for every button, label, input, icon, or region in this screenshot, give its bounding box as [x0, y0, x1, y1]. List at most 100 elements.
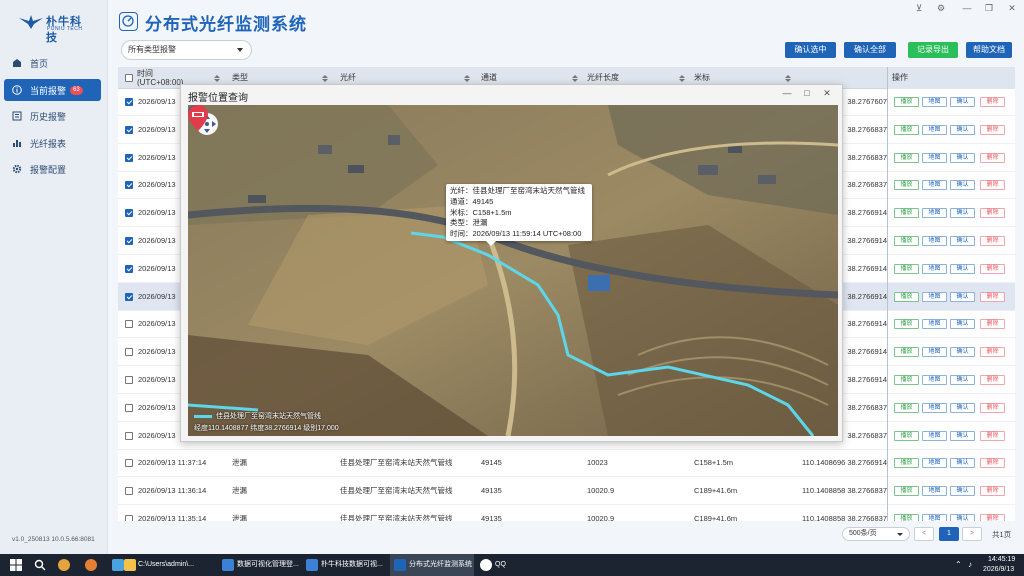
sidebar-item-alarm-config[interactable]: 报警配置	[4, 158, 101, 180]
export-records-button[interactable]: 记录导出	[908, 42, 958, 58]
sort-icon[interactable]	[679, 75, 685, 83]
prev-page-button[interactable]: <	[914, 527, 934, 541]
delete-button[interactable]: 删除	[980, 263, 1005, 274]
confirm-button[interactable]: 确认	[950, 263, 975, 274]
sort-icon[interactable]	[785, 75, 791, 83]
play-button[interactable]: 播放	[894, 291, 919, 302]
row-checkbox[interactable]	[125, 320, 133, 329]
taskbar-item-fiber-system[interactable]: 分布式光纤监测系统	[409, 554, 472, 576]
row-checkbox[interactable]	[125, 292, 133, 301]
row-checkbox[interactable]	[125, 348, 133, 357]
close-button[interactable]: ✕	[1005, 2, 1019, 14]
play-button[interactable]: 播放	[894, 319, 919, 330]
taskbar-item-puniu-visual[interactable]: 朴牛科技数据可视...	[321, 554, 383, 576]
map-button[interactable]: 地图	[922, 263, 947, 274]
sort-icon[interactable]	[572, 75, 578, 83]
play-button[interactable]: 播放	[894, 180, 919, 191]
confirm-button[interactable]: 确认	[950, 236, 975, 246]
dialog-minimize-button[interactable]: —	[781, 87, 793, 99]
confirm-button[interactable]: 确认	[950, 347, 975, 358]
delete-button[interactable]: 删除	[980, 402, 1005, 413]
play-button[interactable]: 播放	[894, 208, 919, 219]
search-icon[interactable]	[34, 559, 46, 571]
select-all-checkbox[interactable]	[125, 74, 133, 82]
confirm-button[interactable]: 确认	[950, 402, 975, 413]
delete-button[interactable]: 删除	[980, 375, 1005, 385]
map-button[interactable]: 地图	[922, 319, 947, 330]
map-button[interactable]: 地图	[922, 430, 947, 441]
help-docs-button[interactable]: 帮助文档	[966, 42, 1012, 58]
map-button[interactable]: 地图	[922, 486, 947, 497]
delete-button[interactable]: 删除	[980, 319, 1005, 330]
map-button[interactable]: 地图	[922, 402, 947, 413]
map-button[interactable]: 地图	[922, 180, 947, 191]
row-checkbox[interactable]	[125, 153, 133, 162]
row-checkbox[interactable]	[125, 209, 133, 218]
sort-icon[interactable]	[214, 75, 220, 83]
row-checkbox[interactable]	[125, 125, 133, 134]
taskbar-item-qq[interactable]: QQ	[495, 554, 506, 576]
map-button[interactable]: 地图	[922, 97, 947, 107]
row-checkbox[interactable]	[125, 431, 133, 440]
page-1-button[interactable]: 1	[939, 527, 959, 541]
confirm-button[interactable]: 确认	[950, 97, 975, 107]
delete-button[interactable]: 删除	[980, 208, 1005, 219]
sidebar-item-current-alarm[interactable]: 当前报警 63	[4, 79, 101, 101]
map-button[interactable]: 地图	[922, 236, 947, 246]
delete-button[interactable]: 删除	[980, 291, 1005, 302]
map-button[interactable]: 地图	[922, 347, 947, 358]
delete-button[interactable]: 删除	[980, 97, 1005, 107]
map-button[interactable]: 地图	[922, 458, 947, 469]
row-checkbox[interactable]	[125, 264, 133, 273]
play-button[interactable]: 播放	[894, 97, 919, 107]
map-button[interactable]: 地图	[922, 208, 947, 219]
taskbar-item-visual-login[interactable]: 数据可视化管理登...	[237, 554, 299, 576]
taskbar-item-explorer[interactable]: C:\Users\admin\...	[138, 554, 194, 576]
confirm-button[interactable]: 确认	[950, 124, 975, 135]
confirm-button[interactable]: 确认	[950, 319, 975, 330]
map-button[interactable]: 地图	[922, 514, 947, 521]
play-button[interactable]: 播放	[894, 124, 919, 135]
file-manager-icon[interactable]	[112, 559, 124, 571]
map-button[interactable]: 地图	[922, 291, 947, 302]
row-checkbox[interactable]	[125, 181, 133, 190]
confirm-button[interactable]: 确认	[950, 208, 975, 219]
delete-button[interactable]: 删除	[980, 514, 1005, 521]
delete-button[interactable]: 删除	[980, 124, 1005, 135]
next-page-button[interactable]: >	[962, 527, 982, 541]
pin-icon[interactable]: ⊻	[912, 2, 926, 14]
clock-time[interactable]: 14:45:19	[988, 556, 1015, 563]
delete-button[interactable]: 删除	[980, 486, 1005, 497]
alarm-marker-icon[interactable]	[188, 105, 208, 131]
confirm-all-button[interactable]: 确认全部	[844, 42, 896, 58]
play-button[interactable]: 播放	[894, 430, 919, 441]
play-button[interactable]: 播放	[894, 402, 919, 413]
confirm-button[interactable]: 确认	[950, 458, 975, 469]
confirm-button[interactable]: 确认	[950, 486, 975, 497]
row-checkbox[interactable]	[125, 403, 133, 412]
sidebar-item-fiber-report[interactable]: 光纤报表	[4, 132, 101, 154]
confirm-selected-button[interactable]: 确认选中	[785, 42, 836, 58]
play-button[interactable]: 播放	[894, 375, 919, 385]
map-button[interactable]: 地图	[922, 124, 947, 135]
row-checkbox[interactable]	[125, 515, 133, 521]
confirm-button[interactable]: 确认	[950, 291, 975, 302]
restore-button[interactable]: ❐	[982, 2, 996, 14]
header-time[interactable]: 时间 (UTC+08:00)	[137, 67, 183, 89]
confirm-button[interactable]: 确认	[950, 514, 975, 521]
volume-icon[interactable]: ♪	[968, 554, 972, 576]
windows-start-icon[interactable]	[10, 559, 22, 571]
play-button[interactable]: 播放	[894, 486, 919, 497]
browser-icon[interactable]	[85, 559, 97, 571]
sidebar-item-home[interactable]: 首页	[4, 52, 101, 74]
satellite-map[interactable]: 光纤：佳县处理厂至窑湾末站天然气管线 通道：49145 米标：C158+1.5m…	[188, 105, 838, 436]
confirm-button[interactable]: 确认	[950, 430, 975, 441]
delete-button[interactable]: 删除	[980, 347, 1005, 358]
chrome-icon[interactable]	[58, 559, 70, 571]
delete-button[interactable]: 删除	[980, 430, 1005, 441]
dialog-maximize-button[interactable]: □	[801, 87, 813, 99]
sort-icon[interactable]	[464, 75, 470, 83]
delete-button[interactable]: 删除	[980, 152, 1005, 163]
sidebar-item-history-alarm[interactable]: 历史报警	[4, 105, 101, 127]
map-button[interactable]: 地图	[922, 152, 947, 163]
